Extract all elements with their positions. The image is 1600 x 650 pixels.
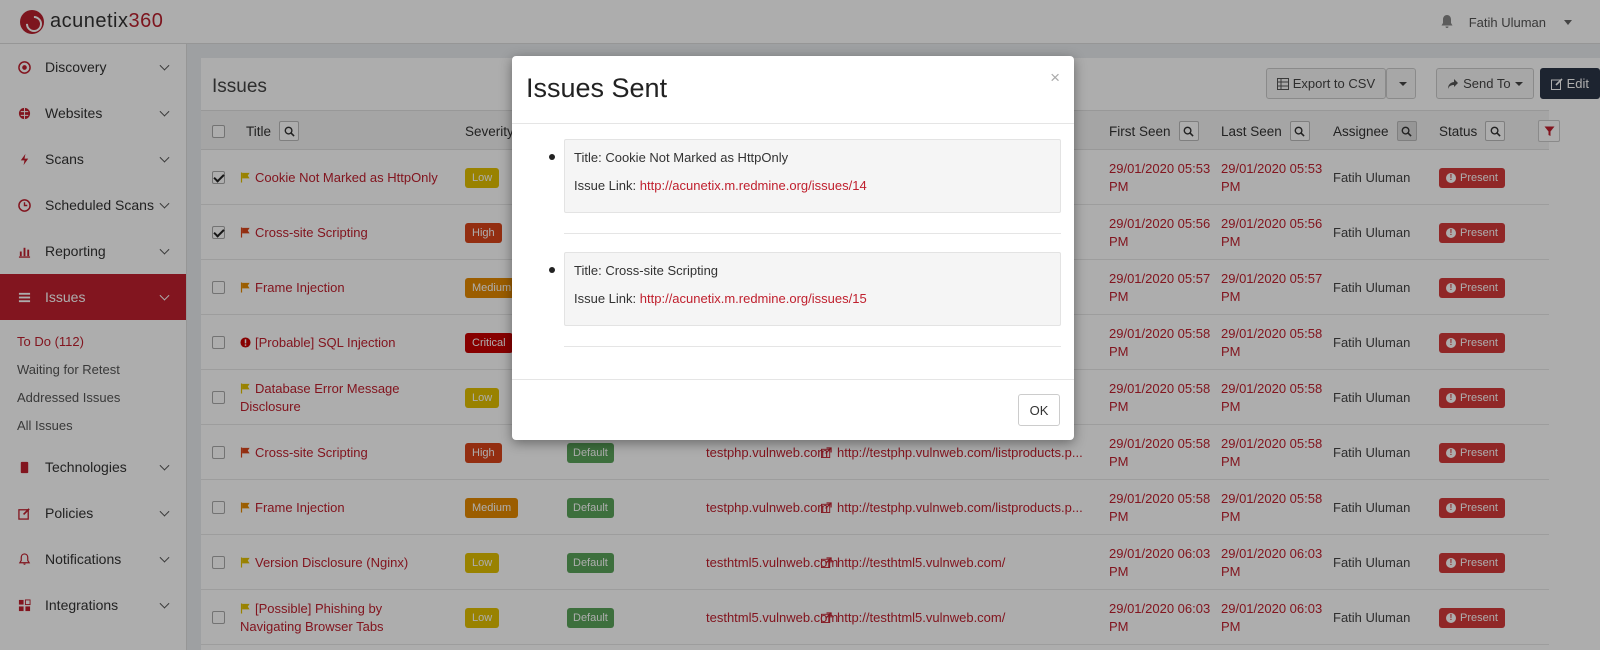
divider	[564, 346, 1061, 347]
divider	[512, 379, 1074, 380]
dialog-title: Issues Sent	[526, 73, 668, 103]
bullet	[549, 267, 555, 273]
bullet	[549, 154, 555, 160]
sent-issue-title: Cross-site Scripting	[605, 263, 719, 278]
sent-issue-title: Cookie Not Marked as HttpOnly	[605, 150, 789, 165]
sent-issue-item: Title: Cookie Not Marked as HttpOnly Iss…	[564, 139, 1061, 213]
sent-issue-link[interactable]: http://acunetix.m.redmine.org/issues/15	[640, 291, 867, 306]
close-icon[interactable]: ×	[1050, 68, 1060, 88]
sent-issue-item: Title: Cross-site Scripting Issue Link: …	[564, 252, 1061, 326]
divider	[564, 233, 1061, 234]
ok-button[interactable]: OK	[1018, 394, 1060, 426]
issues-sent-dialog: Issues Sent × Title: Cookie Not Marked a…	[512, 56, 1074, 440]
divider	[512, 123, 1074, 124]
sent-issue-link[interactable]: http://acunetix.m.redmine.org/issues/14	[640, 178, 867, 193]
